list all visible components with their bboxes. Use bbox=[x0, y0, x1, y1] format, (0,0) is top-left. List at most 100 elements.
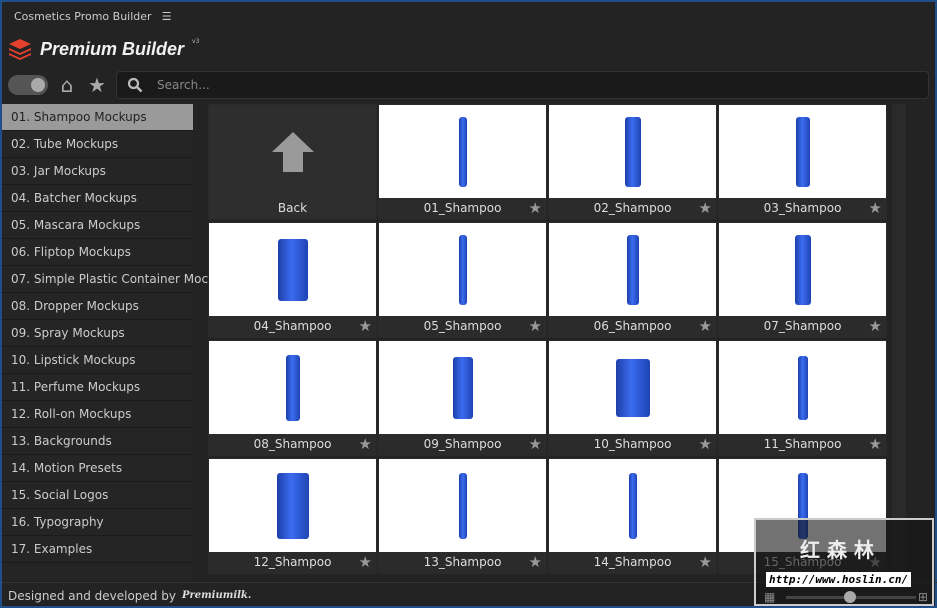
asset-tile[interactable]: 10_Shampoo ★ bbox=[548, 340, 717, 456]
favorite-star-icon[interactable]: ★ bbox=[359, 553, 372, 571]
asset-label: 02_Shampoo bbox=[549, 198, 716, 219]
sidebar-item[interactable]: 13. Backgrounds bbox=[2, 428, 193, 455]
back-button[interactable]: Back bbox=[208, 104, 377, 220]
sidebar-item[interactable]: 08. Dropper Mockups bbox=[2, 293, 193, 320]
asset-label: 14_Shampoo bbox=[549, 552, 716, 573]
shampoo-thumbnail bbox=[379, 105, 546, 199]
large-grid-icon[interactable]: ⊞ bbox=[918, 590, 928, 604]
home-icon[interactable]: ⌂ bbox=[56, 73, 78, 97]
asset-tile[interactable]: 06_Shampoo ★ bbox=[548, 222, 717, 338]
scrollbar[interactable] bbox=[892, 104, 906, 580]
sidebar-item[interactable]: 15. Social Logos bbox=[2, 482, 193, 509]
favorite-star-icon[interactable]: ★ bbox=[359, 435, 372, 453]
bottle-image bbox=[276, 473, 309, 539]
asset-label: 06_Shampoo bbox=[549, 316, 716, 337]
sidebar-item[interactable]: 10. Lipstick Mockups bbox=[2, 347, 193, 374]
asset-label: 05_Shampoo bbox=[379, 316, 546, 337]
shampoo-thumbnail bbox=[379, 341, 546, 435]
asset-tile[interactable]: 14_Shampoo ★ bbox=[548, 458, 717, 574]
asset-tile[interactable]: 09_Shampoo ★ bbox=[378, 340, 547, 456]
shampoo-thumbnail bbox=[549, 341, 716, 435]
asset-label: 10_Shampoo bbox=[549, 434, 716, 455]
shampoo-thumbnail bbox=[379, 459, 546, 553]
shampoo-thumbnail bbox=[209, 223, 376, 317]
favorite-star-icon[interactable]: ★ bbox=[869, 435, 882, 453]
favorite-star-icon[interactable]: ★ bbox=[529, 435, 542, 453]
sidebar-item[interactable]: 01. Shampoo Mockups bbox=[2, 104, 193, 131]
sidebar-item[interactable]: 03. Jar Mockups bbox=[2, 158, 193, 185]
sidebar-item[interactable]: 06. Fliptop Mockups bbox=[2, 239, 193, 266]
shampoo-thumbnail bbox=[549, 223, 716, 317]
brand-logo: Premiumilk. bbox=[181, 590, 252, 601]
sidebar-item[interactable]: 02. Tube Mockups bbox=[2, 131, 193, 158]
bottle-image bbox=[458, 235, 467, 305]
favorite-star-icon[interactable]: ★ bbox=[529, 317, 542, 335]
shampoo-thumbnail bbox=[719, 341, 886, 435]
sidebar-item[interactable]: 17. Examples bbox=[2, 536, 193, 563]
category-list: 01. Shampoo Mockups 02. Tube Mockups 03. J… bbox=[2, 104, 236, 580]
asset-tile[interactable]: 08_Shampoo ★ bbox=[208, 340, 377, 456]
shampoo-thumbnail bbox=[719, 223, 886, 317]
bottle-image bbox=[624, 117, 641, 187]
sidebar-item[interactable]: 04. Batcher Mockups bbox=[2, 185, 193, 212]
arrow-up-icon bbox=[271, 132, 314, 172]
asset-tile[interactable]: 02_Shampoo ★ bbox=[548, 104, 717, 220]
asset-label: 11_Shampoo bbox=[719, 434, 886, 455]
shampoo-thumbnail bbox=[379, 223, 546, 317]
asset-label: 08_Shampoo bbox=[209, 434, 376, 455]
bottle-image bbox=[452, 357, 473, 419]
favorite-star-icon[interactable]: ★ bbox=[699, 199, 712, 217]
favorite-star-icon[interactable]: ★ bbox=[529, 553, 542, 571]
favorite-star-icon[interactable]: ★ bbox=[699, 317, 712, 335]
favorite-star-icon[interactable]: ★ bbox=[529, 199, 542, 217]
title-bar: Cosmetics Promo Builder ☰ bbox=[2, 2, 937, 30]
bottle-image bbox=[285, 355, 300, 421]
toolbar: ⌂ ★ bbox=[8, 70, 929, 100]
small-grid-icon[interactable]: ▦ bbox=[764, 590, 775, 604]
sidebar-item[interactable]: 11. Perfume Mockups bbox=[2, 374, 193, 401]
shampoo-thumbnail bbox=[719, 105, 886, 199]
asset-label: 03_Shampoo bbox=[719, 198, 886, 219]
menu-icon[interactable]: ☰ bbox=[162, 10, 172, 23]
logo: Premium Builder v3 bbox=[8, 38, 199, 60]
bottle-image bbox=[626, 235, 639, 305]
thumbnail-size-slider[interactable] bbox=[786, 591, 916, 603]
bottle-image bbox=[794, 235, 811, 305]
favorite-star-icon[interactable]: ★ bbox=[359, 317, 372, 335]
asset-grid: Back 01_Shampoo ★ 02_Shampoo ★ 03_Shampoo ★ 04… bbox=[208, 104, 890, 580]
favorite-star-icon[interactable]: ★ bbox=[699, 435, 712, 453]
star-icon[interactable]: ★ bbox=[86, 73, 108, 97]
asset-tile[interactable]: 01_Shampoo ★ bbox=[378, 104, 547, 220]
back-label: Back bbox=[209, 198, 376, 219]
asset-tile[interactable]: 11_Shampoo ★ bbox=[718, 340, 887, 456]
bottle-image bbox=[458, 473, 467, 539]
favorite-star-icon[interactable]: ★ bbox=[869, 317, 882, 335]
theme-toggle[interactable] bbox=[8, 75, 48, 95]
asset-tile[interactable]: 13_Shampoo ★ bbox=[378, 458, 547, 574]
search-box bbox=[116, 71, 929, 99]
asset-label: 12_Shampoo bbox=[209, 552, 376, 573]
search-input[interactable] bbox=[157, 78, 928, 92]
favorite-star-icon[interactable]: ★ bbox=[699, 553, 712, 571]
favorite-star-icon[interactable]: ★ bbox=[869, 199, 882, 217]
watermark-cn: 红 森 林 bbox=[800, 538, 874, 562]
asset-label: 07_Shampoo bbox=[719, 316, 886, 337]
asset-tile[interactable]: 05_Shampoo ★ bbox=[378, 222, 547, 338]
asset-tile[interactable]: 04_Shampoo ★ bbox=[208, 222, 377, 338]
bottle-image bbox=[628, 473, 637, 539]
sidebar-item[interactable]: 16. Typography bbox=[2, 509, 193, 536]
sidebar-item[interactable]: 14. Motion Presets bbox=[2, 455, 193, 482]
sidebar-item[interactable]: 12. Roll-on Mockups bbox=[2, 401, 193, 428]
watermark-url: http://www.hoslin.cn/ bbox=[766, 572, 912, 587]
sidebar-item[interactable]: 09. Spray Mockups bbox=[2, 320, 193, 347]
shampoo-thumbnail bbox=[209, 341, 376, 435]
asset-tile[interactable]: 12_Shampoo ★ bbox=[208, 458, 377, 574]
asset-tile[interactable]: 07_Shampoo ★ bbox=[718, 222, 887, 338]
bottle-image bbox=[797, 356, 808, 420]
sidebar-item[interactable]: 07. Simple Plastic Container Mockups bbox=[2, 266, 236, 293]
shampoo-thumbnail bbox=[209, 459, 376, 553]
shampoo-thumbnail bbox=[549, 105, 716, 199]
footer-text: Designed and developed by bbox=[8, 588, 176, 603]
asset-tile[interactable]: 03_Shampoo ★ bbox=[718, 104, 887, 220]
sidebar-item[interactable]: 05. Mascara Mockups bbox=[2, 212, 193, 239]
